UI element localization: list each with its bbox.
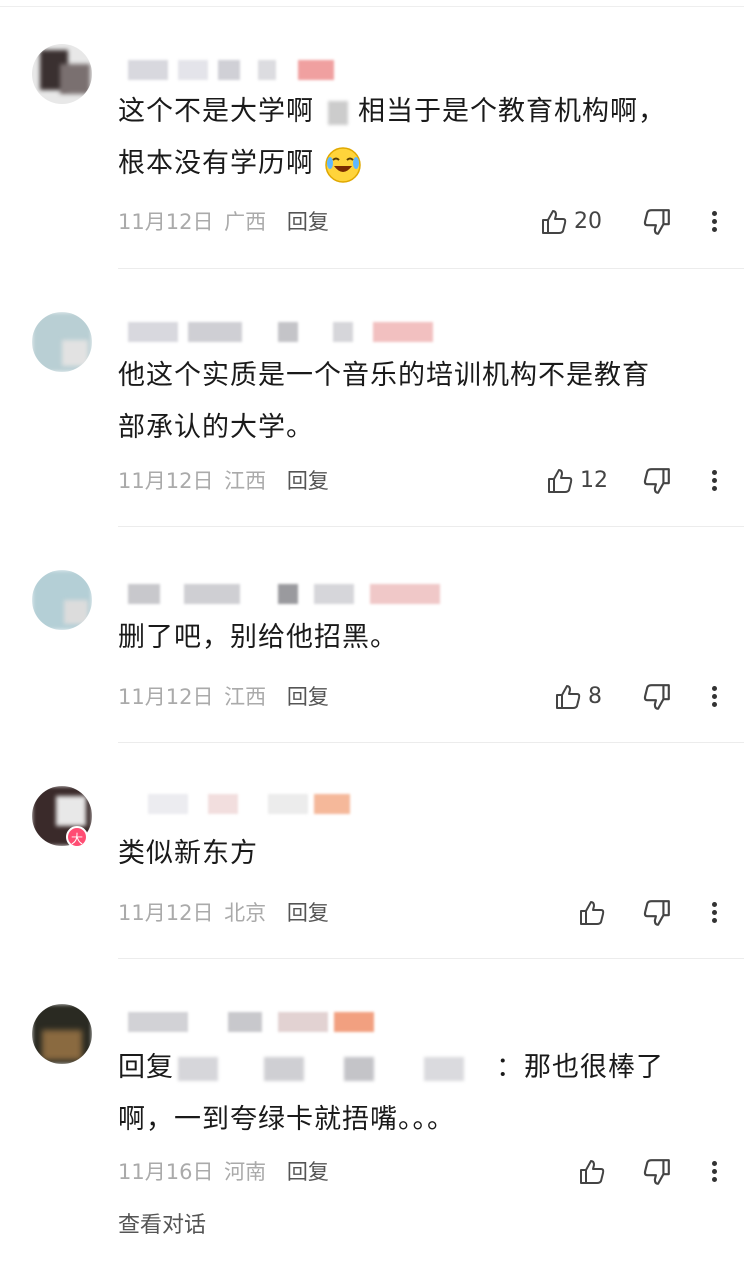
avatar[interactable]: [32, 44, 92, 104]
reply-button[interactable]: 回复: [287, 210, 329, 234]
comment-text: 类似新东方: [118, 838, 258, 869]
thumbs-up-icon: [546, 467, 574, 495]
more-options-icon[interactable]: [708, 1158, 720, 1188]
dislike-button[interactable]: [642, 682, 676, 712]
avatar[interactable]: [32, 1004, 92, 1064]
thumbs-down-icon: [642, 207, 676, 237]
laughing-crying-emoji-icon: [324, 146, 362, 184]
thumbs-down-icon: [642, 898, 676, 928]
blurred-mention: [314, 99, 358, 127]
thumbs-up-icon: [578, 899, 606, 927]
avatar[interactable]: [32, 570, 92, 630]
comment-date: 11月12日: [118, 901, 214, 925]
top-divider: [0, 6, 744, 7]
dislike-button[interactable]: [642, 466, 676, 496]
more-options-icon[interactable]: [708, 899, 720, 929]
like-count: 8: [588, 684, 602, 709]
comment-date: 11月12日: [118, 469, 214, 493]
comment-meta: 11月12日 广西 回复: [118, 207, 329, 237]
comment-region: 江西: [224, 685, 267, 709]
reply-button[interactable]: 回复: [287, 685, 329, 709]
comment-date: 11月16日: [118, 1160, 214, 1184]
username-blurred[interactable]: [118, 322, 448, 342]
comment-text: 这个不是大学啊 相当于是个教育机构啊， 根本没有学历啊: [118, 86, 718, 190]
like-button[interactable]: 12: [546, 466, 608, 496]
view-conversation-link[interactable]: 查看对话: [118, 1210, 206, 1242]
like-button[interactable]: [578, 898, 612, 928]
reply-button[interactable]: 回复: [287, 901, 329, 925]
like-count: 20: [574, 209, 602, 234]
like-button[interactable]: [578, 1157, 612, 1187]
comment-date: 11月12日: [118, 210, 214, 234]
dislike-button[interactable]: [642, 898, 676, 928]
comment-region: 江西: [224, 469, 267, 493]
comment-date: 11月12日: [118, 685, 214, 709]
thumbs-down-icon: [642, 466, 676, 496]
like-button[interactable]: 8: [554, 682, 602, 712]
more-options-icon[interactable]: [708, 467, 720, 497]
comment-meta: 11月12日 北京 回复: [118, 898, 329, 928]
comment-region: 河南: [224, 1160, 267, 1184]
comment-meta: 11月12日 江西 回复: [118, 466, 329, 496]
thumbs-up-icon: [540, 208, 568, 236]
thumbs-up-icon: [554, 683, 582, 711]
divider: [118, 526, 744, 527]
more-options-icon[interactable]: [708, 208, 720, 238]
divider: [118, 742, 744, 743]
divider: [118, 268, 744, 269]
dislike-button[interactable]: [642, 207, 676, 237]
comment-meta: 11月12日 江西 回复: [118, 682, 329, 712]
like-count: 12: [580, 468, 608, 493]
thumbs-up-icon: [578, 1158, 606, 1186]
reply-button[interactable]: 回复: [287, 1160, 329, 1184]
thumbs-down-icon: [642, 682, 676, 712]
username-blurred[interactable]: [118, 60, 358, 80]
divider: [118, 958, 744, 959]
reply-button[interactable]: 回复: [287, 469, 329, 493]
thumbs-down-icon: [642, 1157, 676, 1187]
comment-region: 广西: [224, 210, 267, 234]
comment-meta: 11月16日 河南 回复: [118, 1157, 329, 1187]
avatar[interactable]: [32, 312, 92, 372]
comment-region: 北京: [224, 901, 267, 925]
comment-text: 删了吧，别给他招黑。: [118, 622, 398, 653]
username-blurred[interactable]: [118, 794, 358, 814]
comment-text: 他这个实质是一个音乐的培训机构不是教育 部承认的大学。: [118, 360, 650, 443]
username-blurred[interactable]: [118, 1012, 388, 1032]
username-blurred[interactable]: [118, 584, 458, 604]
blurred-reply-target[interactable]: [174, 1055, 496, 1083]
dislike-button[interactable]: [642, 1157, 676, 1187]
comment-text: 回复 ：那也很棒了 啊，一到夸绿卡就捂嘴。。。: [118, 1052, 664, 1135]
more-options-icon[interactable]: [708, 683, 720, 713]
user-badge: 大: [66, 826, 88, 848]
like-button[interactable]: 20: [540, 207, 602, 237]
